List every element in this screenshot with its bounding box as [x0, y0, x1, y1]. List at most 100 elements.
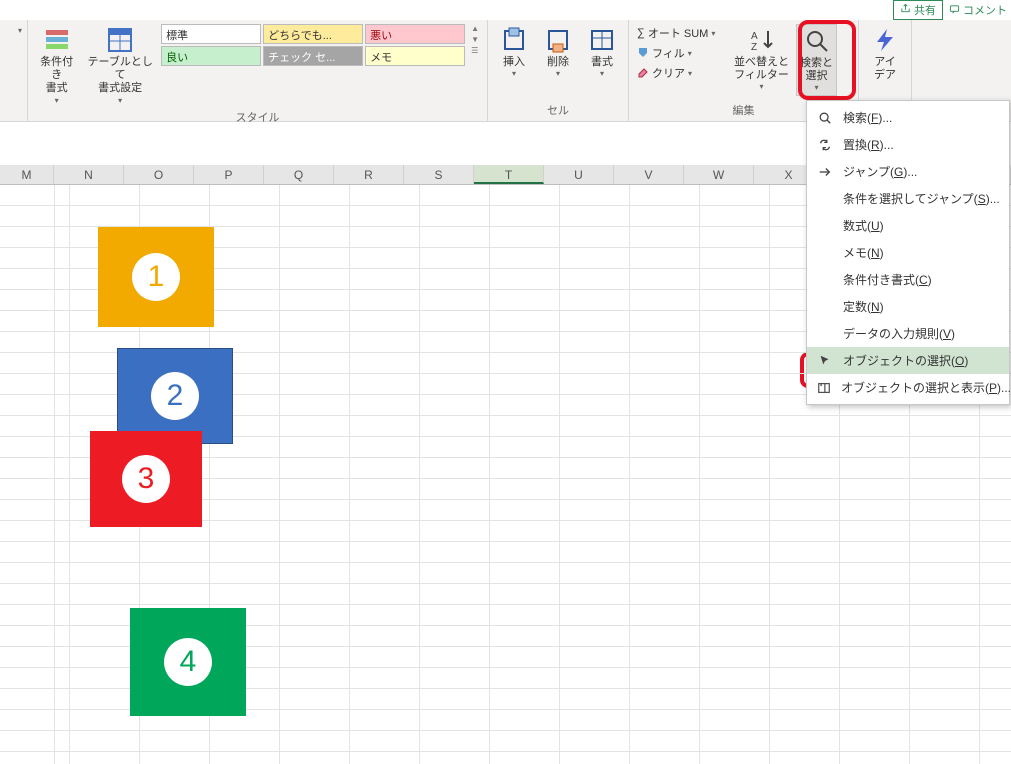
- ideas-button[interactable]: アイ デア: [865, 24, 905, 84]
- menu-constants[interactable]: 定数(N): [807, 293, 1009, 320]
- find-select-menu: 検索(F)... 置換(R)... ジャンプ(G)... 条件を選択してジャンプ…: [806, 100, 1010, 405]
- delete-button[interactable]: 削除▾: [538, 24, 578, 81]
- clear-button[interactable]: クリア ▾: [635, 64, 727, 82]
- table-icon: [106, 26, 134, 54]
- style-bad[interactable]: 悪い: [365, 24, 465, 44]
- col-header-R[interactable]: R: [334, 165, 404, 184]
- clear-label: クリア: [652, 65, 685, 81]
- col-header-V[interactable]: V: [614, 165, 684, 184]
- group-label-cut: [0, 116, 21, 120]
- format-as-table-button[interactable]: テーブルとして 書式設定 ▾: [83, 24, 157, 107]
- style-good[interactable]: 良い: [161, 46, 261, 66]
- menu-find-label: 検索(F)...: [843, 109, 892, 126]
- menu-selection-pane-label: オブジェクトの選択と表示(P)...: [841, 379, 1011, 396]
- share-label: 共有: [914, 2, 936, 18]
- menu-selection-pane[interactable]: オブジェクトの選択と表示(P)...: [807, 374, 1009, 401]
- menu-validation-label: データの入力規則(V): [843, 325, 955, 342]
- cells-group-label: セル: [494, 100, 622, 120]
- style-normal[interactable]: 標準: [161, 24, 261, 44]
- eraser-icon: [637, 66, 649, 81]
- insert-label: 挿入: [503, 56, 525, 69]
- col-header-M[interactable]: M: [0, 165, 54, 184]
- menu-replace[interactable]: 置換(R)...: [807, 131, 1009, 158]
- blank-icon: [817, 272, 833, 288]
- insert-button[interactable]: 挿入▾: [494, 24, 534, 81]
- menu-constants-label: 定数(N): [843, 298, 884, 315]
- format-label: 書式: [591, 56, 613, 69]
- col-header-W[interactable]: W: [684, 165, 754, 184]
- shape-2-number: 2: [167, 379, 184, 413]
- svg-text:Z: Z: [751, 42, 757, 53]
- menu-goto[interactable]: ジャンプ(G)...: [807, 158, 1009, 185]
- comment-label: コメント: [963, 5, 1007, 17]
- menu-memo[interactable]: メモ(N): [807, 239, 1009, 266]
- gallery-scroll-down-icon[interactable]: ▼: [471, 35, 479, 44]
- sort-label: 並べ替えと フィルター: [734, 56, 789, 82]
- col-header-Q[interactable]: Q: [264, 165, 334, 184]
- conditional-formatting-icon: [43, 26, 71, 54]
- autosum-button[interactable]: ∑ オート SUM ▾: [635, 24, 727, 42]
- menu-cond-format[interactable]: 条件付き書式(C): [807, 266, 1009, 293]
- blank-icon: [817, 299, 833, 315]
- menu-formulas[interactable]: 数式(U): [807, 212, 1009, 239]
- menu-goto-special-label: 条件を選択してジャンプ(S)...: [843, 190, 1000, 207]
- sort-filter-button[interactable]: AZ 並べ替えと フィルター▾: [731, 24, 792, 94]
- shape-3[interactable]: 3: [90, 431, 202, 527]
- menu-find[interactable]: 検索(F)...: [807, 104, 1009, 131]
- col-header-P[interactable]: P: [194, 165, 264, 184]
- find-label: 検索と 選択: [800, 57, 833, 83]
- ideas-label: アイ デア: [874, 56, 896, 82]
- cell-styles-gallery[interactable]: 標準 どちらでも... 悪い 良い チェック セ... メモ: [161, 24, 465, 66]
- style-neutral[interactable]: どちらでも...: [263, 24, 363, 44]
- share-button[interactable]: 共有: [893, 0, 943, 20]
- blank-icon: [817, 245, 833, 261]
- sigma-icon: ∑: [637, 27, 645, 39]
- conditional-formatting-button[interactable]: 条件付き 書式 ▾: [34, 24, 79, 107]
- magnifier-icon: [803, 27, 831, 55]
- shape-4-number: 4: [180, 645, 197, 679]
- format-cells-icon: [588, 26, 616, 54]
- format-button[interactable]: 書式▾: [582, 24, 622, 81]
- delete-label: 削除: [547, 56, 569, 69]
- menu-replace-label: 置換(R)...: [843, 136, 894, 153]
- shape-4[interactable]: 4: [130, 608, 246, 716]
- lightning-icon: [871, 26, 899, 54]
- gallery-scroll-up-icon[interactable]: ▲: [471, 24, 479, 33]
- menu-validation[interactable]: データの入力規則(V): [807, 320, 1009, 347]
- replace-icon: [817, 137, 833, 153]
- insert-cells-icon: [500, 26, 528, 54]
- style-check[interactable]: チェック セ...: [263, 46, 363, 66]
- col-header-S[interactable]: S: [404, 165, 474, 184]
- col-header-N[interactable]: N: [54, 165, 124, 184]
- search-icon: [817, 110, 833, 126]
- sort-icon: AZ: [748, 26, 776, 54]
- menu-goto-special[interactable]: 条件を選択してジャンプ(S)...: [807, 185, 1009, 212]
- format-as-table-label: テーブルとして 書式設定: [86, 56, 154, 96]
- menu-select-objects-label: オブジェクトの選択(O): [843, 352, 968, 369]
- blank-icon: [817, 218, 833, 234]
- delete-cells-icon: [544, 26, 572, 54]
- shape-1[interactable]: 1: [98, 227, 214, 327]
- shape-3-number: 3: [138, 462, 155, 496]
- blank-icon: [817, 326, 833, 342]
- share-icon: [900, 3, 911, 17]
- fill-button[interactable]: フィル ▾: [635, 44, 727, 62]
- svg-text:A: A: [751, 31, 758, 42]
- col-header-U[interactable]: U: [544, 165, 614, 184]
- menu-goto-label: ジャンプ(G)...: [843, 163, 917, 180]
- cursor-icon: [817, 353, 833, 369]
- col-header-O[interactable]: O: [124, 165, 194, 184]
- menu-memo-label: メモ(N): [843, 244, 884, 261]
- gallery-more-icon[interactable]: ☰: [471, 46, 479, 55]
- fill-down-icon: [637, 46, 649, 61]
- style-memo[interactable]: メモ: [365, 46, 465, 66]
- shape-2[interactable]: 2: [117, 348, 233, 444]
- find-select-button[interactable]: 検索と 選択▾: [796, 24, 837, 96]
- menu-cond-format-label: 条件付き書式(C): [843, 271, 932, 288]
- col-header-T[interactable]: T: [474, 165, 544, 184]
- fill-label: フィル: [652, 45, 685, 61]
- menu-formulas-label: 数式(U): [843, 217, 884, 234]
- pane-icon: [817, 380, 831, 396]
- menu-select-objects[interactable]: オブジェクトの選択(O): [807, 347, 1009, 374]
- comment-button[interactable]: コメント: [949, 2, 1007, 18]
